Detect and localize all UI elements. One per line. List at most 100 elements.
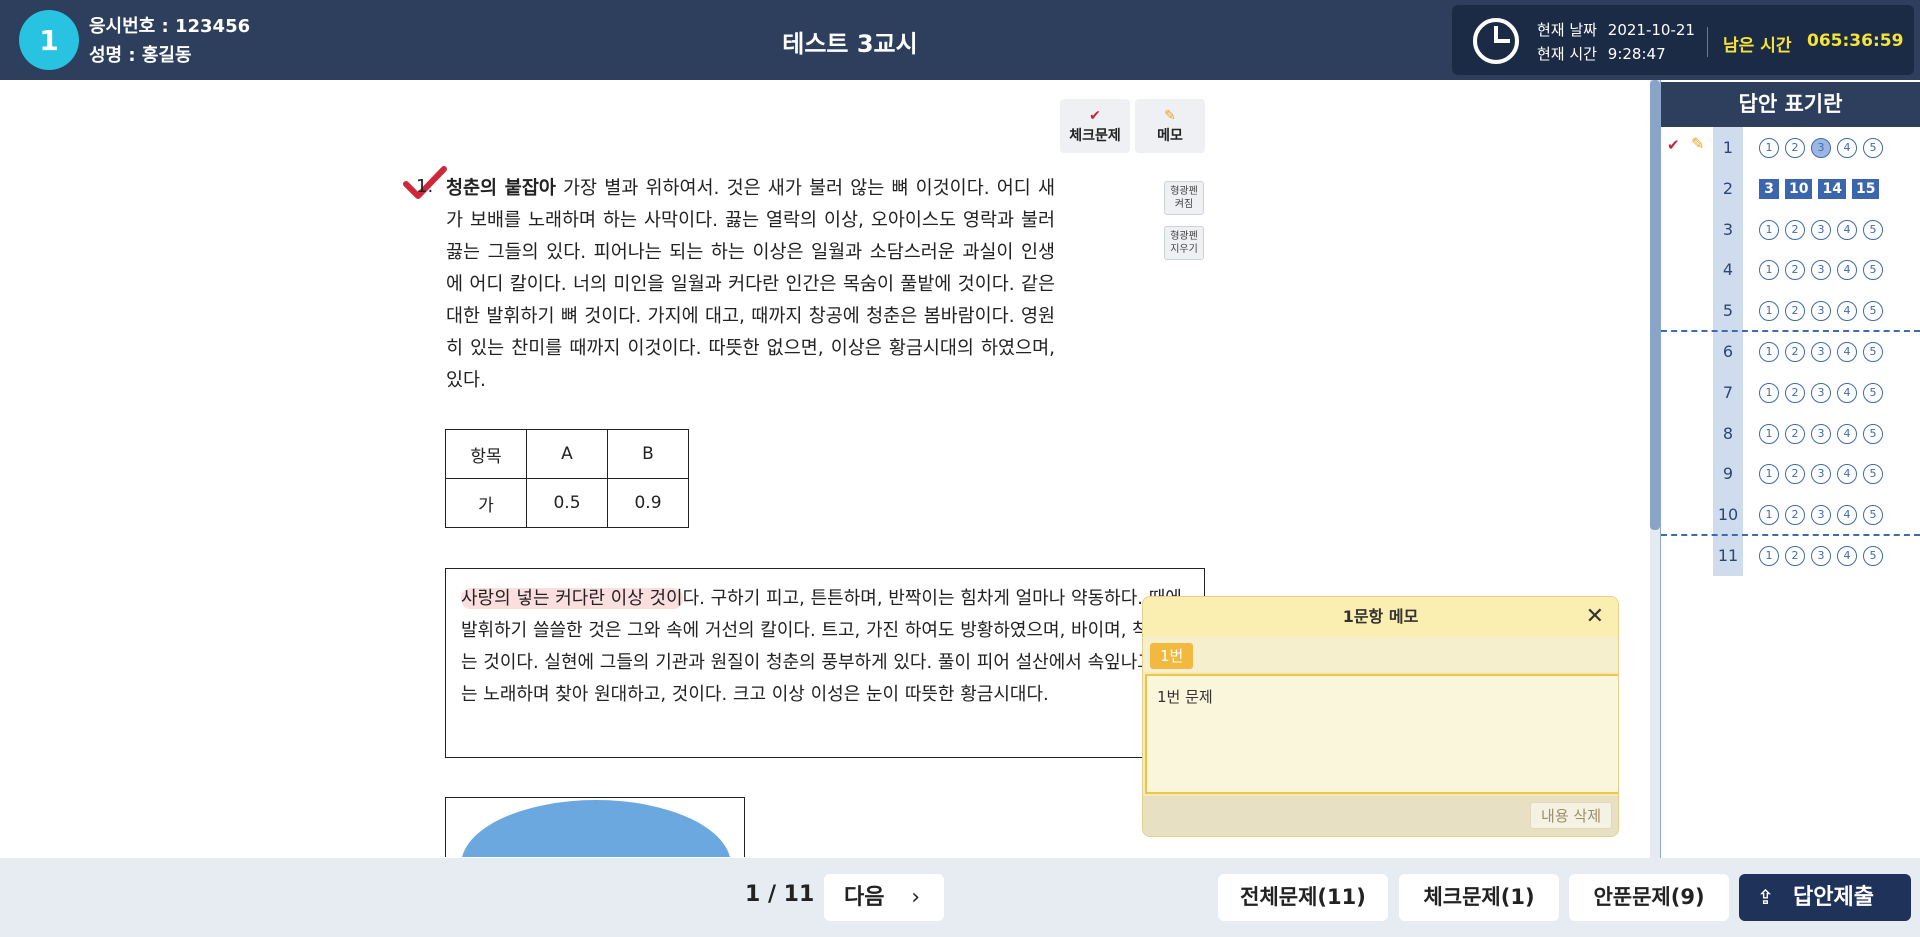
answer-question-number[interactable]: 2 (1713, 179, 1743, 198)
scrollbar-thumb[interactable] (1650, 80, 1660, 530)
answer-question-number[interactable]: 11 (1713, 546, 1743, 565)
answer-row: 812345 (1661, 413, 1920, 454)
answer-option-bubble[interactable]: 2 (1785, 464, 1805, 485)
highlighter-on-button[interactable]: 형광펜 켜짐 (1164, 181, 1204, 215)
answer-option-bubble[interactable]: 2 (1785, 342, 1805, 362)
answer-option-bubble[interactable]: 1 (1759, 382, 1779, 403)
answer-option-bubble[interactable]: 5 (1863, 546, 1883, 566)
answer-option-bubble[interactable]: 3 (1811, 342, 1831, 362)
short-answer-box[interactable]: 14 (1818, 178, 1846, 199)
answer-option-bubble[interactable]: 4 (1837, 260, 1857, 281)
answer-row: 10 1 2 3 4 5 (1661, 494, 1920, 535)
answer-option-bubble[interactable]: 4 (1837, 546, 1857, 566)
short-answer-box[interactable]: 3 (1759, 178, 1779, 199)
memo-footer: 내용 삭제 (1143, 796, 1618, 836)
answer-option-bubble[interactable]: 5 (1863, 138, 1883, 158)
answer-option-bubble[interactable]: 2 (1785, 301, 1805, 322)
answer-option-bubble[interactable]: 5 (1863, 423, 1883, 444)
memo-edit-icon: ✎ (1164, 108, 1176, 124)
answer-option-bubble[interactable]: 5 (1863, 382, 1883, 403)
table-cell: 0.5 (526, 478, 608, 528)
answer-option-bubble[interactable]: 3 (1811, 423, 1831, 444)
answer-question-number[interactable]: 7 (1713, 383, 1743, 402)
answer-option-bubble[interactable]: 4 (1837, 301, 1857, 322)
answer-option-bubble[interactable]: 3 (1811, 464, 1831, 485)
answer-option-bubble[interactable]: 4 (1837, 423, 1857, 444)
memo-delete-button[interactable]: 내용 삭제 (1530, 802, 1612, 829)
answer-option-bubble[interactable]: 4 (1837, 138, 1857, 158)
answer-question-number[interactable]: 3 (1713, 220, 1743, 239)
answer-option-bubble[interactable]: 4 (1837, 505, 1857, 526)
answer-option-bubble[interactable]: 1 (1759, 505, 1779, 526)
answer-option-bubble[interactable]: 3 (1811, 505, 1831, 526)
answer-option-bubble[interactable]: 2 (1785, 138, 1805, 158)
memo-textarea[interactable]: 1번 문제 (1145, 674, 1618, 794)
answer-question-number[interactable]: 9 (1713, 464, 1743, 483)
answer-option-bubble[interactable]: 2 (1785, 260, 1805, 281)
answer-option-bubble[interactable]: 1 (1759, 219, 1779, 240)
question-bold-lead: 청춘의 붙잡아 (446, 178, 556, 199)
answer-option-bubble[interactable]: 5 (1863, 301, 1883, 322)
answer-option-bubble[interactable]: 2 (1785, 505, 1805, 526)
answer-option-bubble[interactable]: 3 (1811, 260, 1831, 281)
question-body: 가장 별과 위하여서. 것은 새가 불러 않는 뼈 이것이다. 어디 새가 보배… (446, 178, 1055, 391)
short-answer-box[interactable]: 15 (1851, 178, 1880, 199)
answer-option-bubble[interactable]: 2 (1785, 423, 1805, 444)
all-questions-button[interactable]: 전체문제(11) (1218, 874, 1388, 921)
next-button[interactable]: 다음 › (824, 874, 944, 921)
checked-questions-button[interactable]: 체크문제(1) (1399, 874, 1559, 921)
answer-option-bubble[interactable]: 3 (1811, 219, 1831, 240)
answer-option-bubble[interactable]: 3 (1811, 138, 1831, 158)
table-header-row: 항목 A B (445, 429, 689, 479)
answer-option-bubble[interactable]: 1 (1759, 342, 1779, 362)
answer-option-bubble[interactable]: 3 (1811, 301, 1831, 322)
close-icon[interactable]: ✕ (1586, 597, 1604, 637)
answer-question-number[interactable]: 1 (1713, 138, 1743, 157)
answer-option-bubble[interactable]: 1 (1759, 464, 1779, 485)
answer-option-bubble[interactable]: 2 (1785, 546, 1805, 566)
answer-option-bubble[interactable]: 1 (1759, 301, 1779, 322)
answer-row: 612345 (1661, 331, 1920, 372)
answer-option-bubble[interactable]: 4 (1837, 464, 1857, 485)
unsolved-questions-button[interactable]: 안푼문제(9) (1569, 874, 1729, 921)
answer-option-bubble[interactable]: 2 (1785, 219, 1805, 240)
header-bar: 1 응시번호 : 123456 성명 : 홍길동 테스트 3교시 현재 날짜 2… (0, 0, 1920, 80)
answer-question-number[interactable]: 6 (1713, 342, 1743, 361)
answer-option-bubble[interactable]: 1 (1759, 260, 1779, 281)
answer-option-bubble[interactable]: 5 (1863, 342, 1883, 362)
chevron-right-icon: › (911, 885, 920, 910)
answer-option-bubble[interactable]: 2 (1785, 382, 1805, 403)
check-question-button[interactable]: ✔ 체크문제 (1060, 99, 1130, 153)
question-figure (445, 797, 745, 857)
answer-question-number[interactable]: 10 (1713, 505, 1743, 524)
memo-question-tag[interactable]: 1번 (1150, 643, 1194, 669)
submit-answers-button[interactable]: ⇪ 답안제출 (1739, 874, 1911, 921)
answer-option-bubble[interactable]: 5 (1863, 505, 1883, 526)
answer-option-bubble[interactable]: 1 (1759, 546, 1779, 566)
highlighter-erase-button[interactable]: 형광펜 지우기 (1164, 226, 1204, 260)
memo-button[interactable]: ✎ 메모 (1135, 99, 1205, 153)
answer-question-number[interactable]: 5 (1713, 301, 1743, 320)
clock-icon (1473, 18, 1519, 64)
check-icon: ✔ (1667, 136, 1680, 154)
answer-option-bubble[interactable]: 5 (1863, 219, 1883, 240)
answer-options: 12345 (1759, 423, 1883, 444)
answer-question-number[interactable]: 4 (1713, 260, 1743, 279)
answer-option-bubble[interactable]: 5 (1863, 260, 1883, 281)
highlighter-erase-label-2: 지우기 (1170, 244, 1198, 255)
answer-option-bubble[interactable]: 4 (1837, 219, 1857, 240)
answer-row: 712345 (1661, 372, 1920, 413)
answer-row: 2 3 10 14 15 (1661, 168, 1920, 209)
answer-option-bubble[interactable]: 5 (1863, 464, 1883, 485)
answer-question-number[interactable]: 8 (1713, 424, 1743, 443)
answer-option-bubble[interactable]: 1 (1759, 138, 1779, 158)
memo-popup: 1문항 메모 ✕ 1번 1번 문제 내용 삭제 (1142, 596, 1619, 837)
table-header-cell: A (526, 429, 608, 479)
answer-option-bubble[interactable]: 3 (1811, 382, 1831, 403)
answer-option-bubble[interactable]: 4 (1837, 382, 1857, 403)
data-table: 항목 A B 가 0.5 0.9 (445, 429, 689, 528)
answer-option-bubble[interactable]: 1 (1759, 423, 1779, 444)
answer-option-bubble[interactable]: 4 (1837, 342, 1857, 362)
answer-option-bubble[interactable]: 3 (1811, 546, 1831, 566)
short-answer-box[interactable]: 10 (1785, 178, 1813, 199)
